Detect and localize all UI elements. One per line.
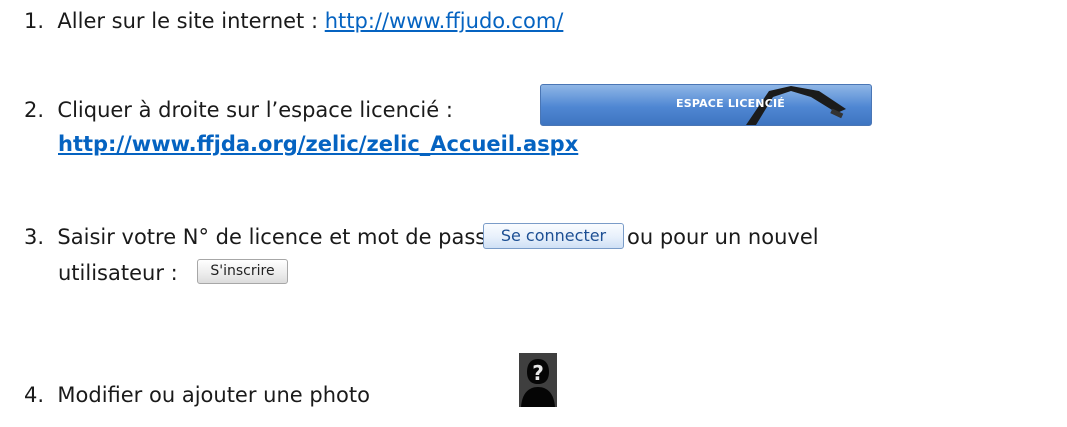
step-3-text-after: ou pour un nouvel (627, 225, 819, 249)
step-2: 2. Cliquer à droite sur l’espace licenci… (24, 97, 453, 123)
step-2-number: 2. (24, 98, 45, 122)
svg-text:?: ? (532, 361, 544, 385)
step-1-number: 1. (24, 9, 45, 33)
se-connecter-button[interactable]: Se connecter (483, 223, 624, 249)
unknown-user-photo-icon[interactable]: ? (519, 353, 557, 407)
step-3-text-before: Saisir votre N° de licence et mot de pas… (57, 225, 527, 249)
step-1: 1. Aller sur le site internet : http://w… (24, 8, 563, 34)
step-3-number: 3. (24, 225, 45, 249)
step-4-number: 4. (24, 383, 45, 407)
zelic-accueil-link[interactable]: http://www.ffjda.org/zelic/zelic_Accueil… (58, 132, 578, 156)
step-4: 4. Modifier ou ajouter une photo (24, 382, 370, 408)
step-3: 3. Saisir votre N° de licence et mot de … (24, 224, 527, 250)
espace-licencie-banner[interactable]: ESPACE LICENCIÉ (540, 84, 872, 126)
espace-licencie-label: ESPACE LICENCIÉ (676, 97, 785, 110)
step-4-text: Modifier ou ajouter une photo (57, 383, 370, 407)
step-2-link-line: http://www.ffjda.org/zelic/zelic_Accueil… (58, 131, 578, 157)
ffjudo-link[interactable]: http://www.ffjudo.com/ (325, 9, 564, 33)
s-inscrire-button[interactable]: S'inscrire (197, 259, 288, 284)
step-3-line2: utilisateur : (58, 261, 178, 285)
step-2-text: Cliquer à droite sur l’espace licencié : (57, 98, 453, 122)
step-1-text: Aller sur le site internet : (57, 9, 325, 33)
